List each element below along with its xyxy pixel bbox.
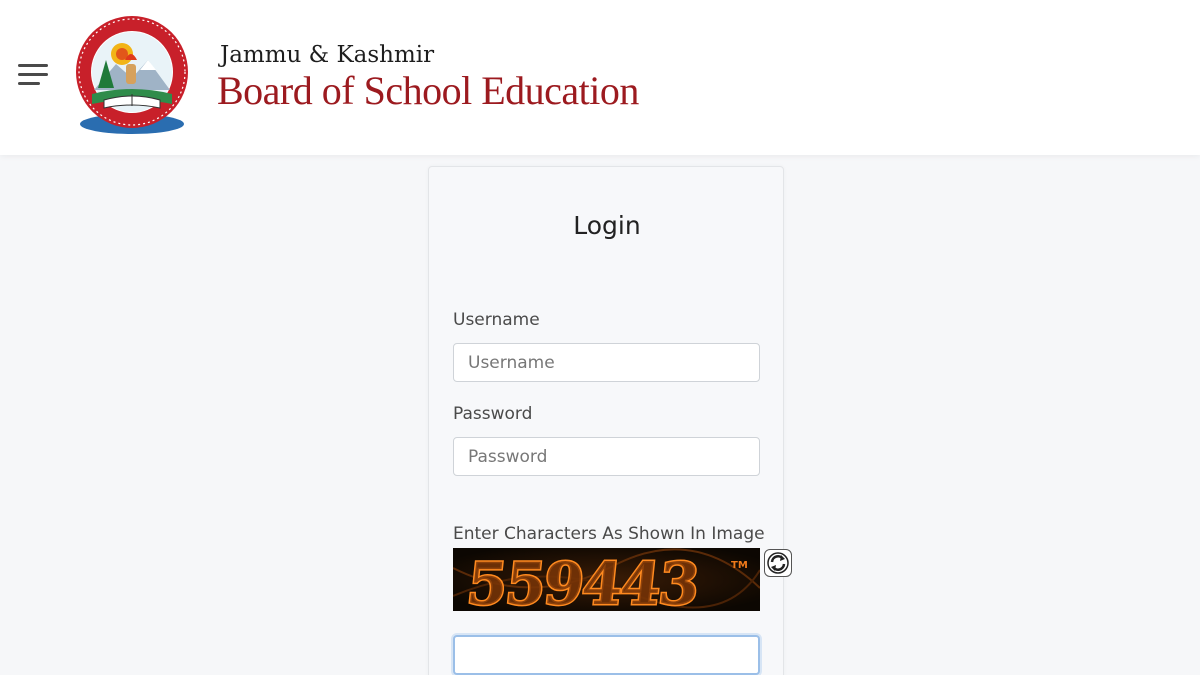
login-card: Login Username Password Enter Characters… (428, 166, 792, 675)
site-header: Jammu & Kashmir Board of School Educatio… (0, 0, 1200, 155)
brand-subtitle: Jammu & Kashmir (220, 42, 435, 68)
captcha-label: Enter Characters As Shown In Image (453, 524, 765, 544)
password-input[interactable] (453, 437, 760, 476)
refresh-icon[interactable] (764, 549, 792, 577)
password-label: Password (453, 404, 533, 424)
captcha-image: 559443 559443 TM (453, 548, 760, 611)
username-label: Username (453, 310, 540, 330)
username-input[interactable] (453, 343, 760, 382)
captcha-text: 559443 (464, 549, 701, 611)
hamburger-menu-icon[interactable] (14, 58, 52, 90)
brand-title: Board of School Education (217, 68, 639, 113)
captcha-trademark: TM (731, 560, 748, 571)
login-title: Login (573, 211, 641, 240)
jkbose-emblem-icon (76, 16, 188, 134)
captcha-input[interactable] (453, 635, 760, 675)
